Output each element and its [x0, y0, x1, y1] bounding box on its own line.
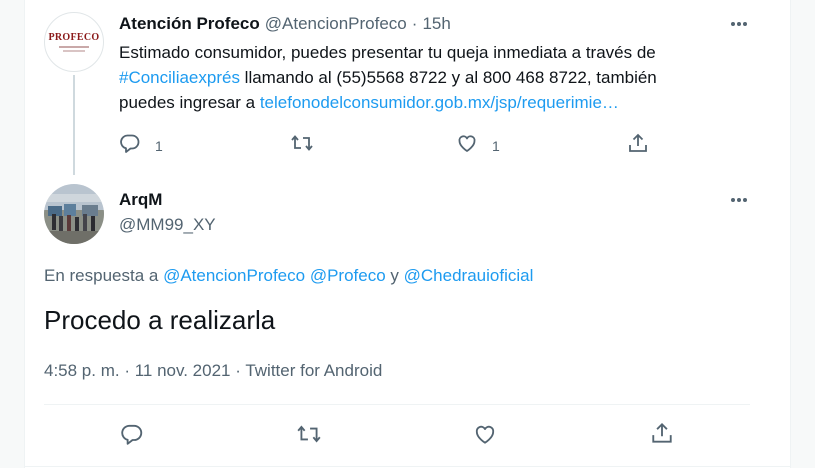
like-count: 1 — [492, 137, 500, 154]
like-button[interactable]: 1 — [456, 132, 500, 159]
logo-decoration — [63, 50, 85, 52]
share-icon — [627, 132, 649, 159]
share-button[interactable] — [627, 132, 649, 159]
retweet-icon — [290, 132, 314, 159]
parent-text-segment: puedes ingresar a — [119, 93, 260, 112]
url-link[interactable]: telefonodelconsumidor.gob.mx/jsp/requeri… — [260, 93, 619, 112]
parent-text-line: Estimado consumidor, puedes presentar tu… — [119, 43, 656, 62]
reply-icon — [119, 132, 141, 159]
retweet-button[interactable] — [290, 132, 314, 159]
share-button[interactable] — [650, 421, 674, 450]
reply-button[interactable] — [120, 422, 144, 451]
divider — [44, 404, 750, 405]
logo-decoration — [59, 46, 89, 48]
parent-tweet-time[interactable]: 15h — [422, 14, 450, 34]
reply-button[interactable]: 1 — [119, 132, 163, 159]
parent-display-name[interactable]: Atención Profeco — [119, 14, 260, 34]
mention-link[interactable]: @AtencionProfeco — [163, 266, 305, 285]
reply-context: En respuesta a @AtencionProfeco @Profeco… — [44, 266, 533, 286]
retweet-icon — [296, 422, 322, 451]
column-left-border — [24, 0, 25, 468]
mention-link[interactable]: @Chedrauioficial — [404, 266, 534, 285]
like-icon — [473, 422, 497, 451]
parent-tweet-text: Estimado consumidor, puedes presentar tu… — [119, 40, 769, 115]
more-horizontal-icon[interactable] — [729, 190, 749, 210]
retweet-button[interactable] — [296, 422, 322, 451]
parent-text-segment: llamando al (55)5568 8722 y al 800 468 8… — [239, 68, 657, 87]
more-horizontal-icon[interactable] — [729, 14, 749, 34]
tweet-text: Procedo a realizarla — [44, 305, 276, 335]
tweet-timestamp[interactable]: 4:58 p. m. · 11 nov. 2021 — [44, 361, 231, 380]
parent-text-line: puedes ingresar a telefonodelconsumidor.… — [119, 90, 769, 115]
like-button[interactable] — [473, 422, 497, 451]
user-display-name[interactable]: ArqM — [119, 190, 162, 210]
header-separator: · — [411, 14, 418, 33]
reply-prefix: En respuesta a — [44, 266, 164, 285]
like-icon — [456, 132, 478, 159]
hashtag-link[interactable]: #Conciliaexprés — [119, 68, 240, 87]
parent-text-line: #Conciliaexprés llamando al (55)5568 872… — [119, 65, 769, 90]
mention-link[interactable]: @Profeco — [310, 266, 386, 285]
tweet-thread-page: PROFECO Atención Profeco @AtencionProfec… — [0, 0, 815, 468]
right-gutter — [791, 0, 815, 468]
thread-connector-line — [73, 75, 75, 175]
left-gutter — [0, 0, 24, 468]
tweet-meta: 4:58 p. m. · 11 nov. 2021 · Twitter for … — [44, 361, 382, 381]
column-right-border — [790, 0, 791, 468]
share-icon — [650, 421, 674, 450]
profeco-logo-text: PROFECO — [48, 32, 100, 43]
reply-join: y — [385, 266, 404, 285]
reply-count: 1 — [155, 137, 163, 154]
meta-separator: · — [230, 361, 246, 380]
parent-tweet-header: Atención Profeco @AtencionProfeco · 15h — [119, 13, 451, 35]
tweet-source[interactable]: Twitter for Android — [245, 361, 382, 380]
parent-handle[interactable]: @AtencionProfeco — [265, 14, 407, 34]
user-avatar[interactable] — [44, 184, 104, 244]
reply-icon — [120, 422, 144, 451]
user-handle[interactable]: @MM99_XY — [119, 215, 216, 235]
bottom-border — [24, 466, 791, 467]
profeco-avatar[interactable]: PROFECO — [44, 12, 104, 72]
